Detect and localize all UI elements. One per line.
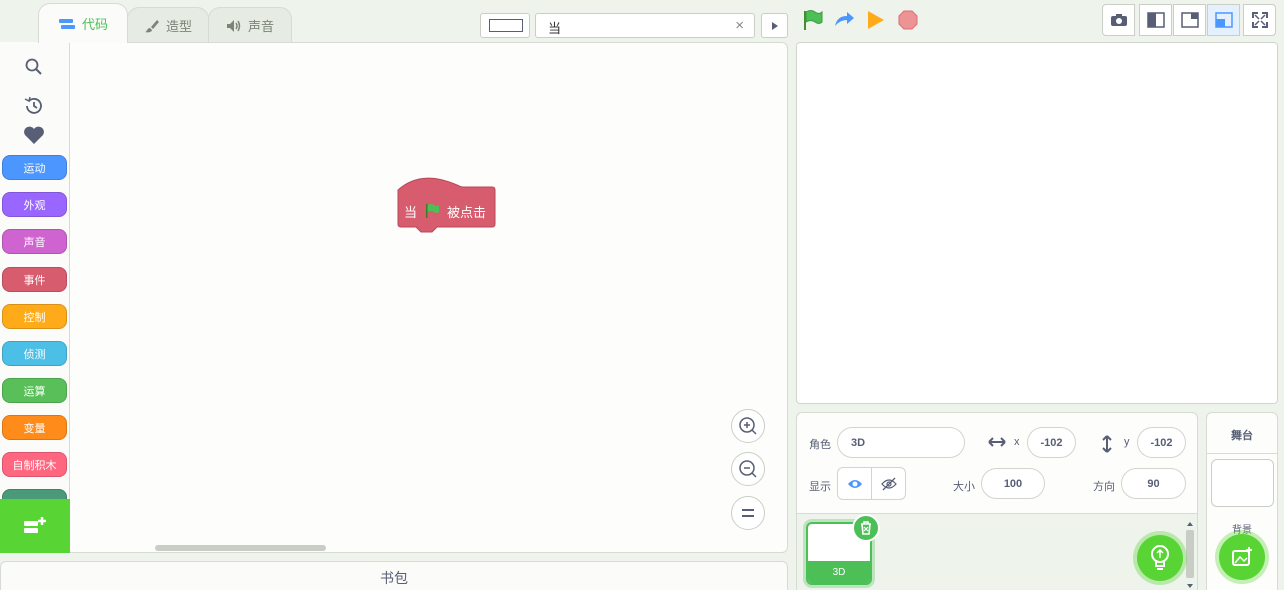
- add-extension-icon: [24, 517, 46, 533]
- hat-block-suffix: 被点击: [447, 204, 487, 220]
- turbo-arrow-icon: [835, 12, 854, 26]
- search-input[interactable]: 当 ×: [535, 13, 755, 38]
- tab-code[interactable]: 代码: [38, 3, 128, 43]
- heart-icon[interactable]: [23, 125, 45, 148]
- tab-costumes-label: 造型: [165, 19, 192, 34]
- eye-icon: [847, 479, 862, 488]
- hat-block-prefix: 当: [404, 204, 418, 220]
- stage-pane-title: 舞台: [1231, 430, 1253, 442]
- tab-sounds-label: 声音: [247, 19, 274, 34]
- direction-field[interactable]: 90: [1121, 468, 1186, 499]
- zoom-out-icon: [739, 460, 757, 478]
- delete-sprite-button[interactable]: [852, 514, 880, 542]
- sprite-name-field[interactable]: 3D: [837, 427, 965, 458]
- normal-stage-icon: [1180, 12, 1199, 28]
- expand-toggle-button[interactable]: [761, 13, 788, 38]
- stage-canvas[interactable]: [796, 42, 1278, 404]
- tab-code-label: 代码: [81, 17, 108, 32]
- green-flag-button[interactable]: [801, 9, 823, 34]
- small-stage-icon: [1146, 12, 1165, 28]
- y-field[interactable]: -102: [1137, 427, 1186, 458]
- green-flag-icon: [424, 203, 440, 219]
- y-arrow-icon: [1101, 434, 1113, 457]
- show-visible-button[interactable]: [837, 467, 872, 500]
- sprite-label: 角色: [809, 439, 831, 451]
- size-label: 大小: [953, 481, 975, 493]
- speaker-icon: [226, 19, 242, 33]
- category-my-blocks[interactable]: 自制积木: [2, 452, 67, 477]
- category-motion[interactable]: 运动: [2, 155, 67, 180]
- sprite-thumbnail-name: 3D: [808, 561, 870, 583]
- tab-costumes[interactable]: 造型: [127, 7, 209, 43]
- green-flag-icon: [804, 10, 823, 30]
- x-field[interactable]: -102: [1027, 427, 1076, 458]
- fullscreen-button[interactable]: [1243, 4, 1276, 36]
- screenshot-button[interactable]: [1102, 4, 1135, 36]
- tab-sounds[interactable]: 声音: [208, 7, 292, 43]
- trash-icon: [861, 521, 871, 535]
- play-icon: [868, 11, 884, 29]
- stop-button[interactable]: [898, 10, 918, 33]
- x-arrow-icon: [987, 436, 1007, 451]
- choose-sprite-button[interactable]: [1137, 535, 1183, 581]
- choose-backdrop-button[interactable]: [1219, 534, 1265, 580]
- brush-icon: [144, 18, 160, 34]
- size-field[interactable]: 100: [981, 468, 1045, 499]
- category-variables[interactable]: 变量: [2, 415, 67, 440]
- code-workspace[interactable]: 当 被点击: [70, 42, 788, 553]
- fullscreen-icon: [1251, 12, 1268, 28]
- category-control[interactable]: 控制: [2, 304, 67, 329]
- sprite-info-panel: 角色 3D x -102 y -102 显示 大小 100 方向 90: [796, 412, 1198, 514]
- turbo-button[interactable]: [833, 10, 855, 33]
- clear-search-icon[interactable]: ×: [735, 17, 744, 34]
- play-triangle-icon: [771, 21, 778, 30]
- search-icon[interactable]: [25, 58, 43, 79]
- sprite-list-scrollbar[interactable]: [1184, 520, 1196, 590]
- zoom-in-icon: [739, 417, 757, 435]
- start-button[interactable]: [867, 10, 885, 33]
- horizontal-scrollbar[interactable]: [155, 545, 326, 551]
- backpack-label: 书包: [380, 570, 408, 586]
- stop-icon: [898, 10, 918, 30]
- when-flag-clicked-block[interactable]: 当 被点击: [397, 173, 497, 238]
- camera-icon: [1110, 14, 1127, 26]
- category-sensing[interactable]: 侦测: [2, 341, 67, 366]
- code-icon: [58, 17, 76, 31]
- eye-hidden-icon: [880, 477, 897, 490]
- y-label: y: [1124, 436, 1130, 448]
- backpack-panel[interactable]: 书包: [0, 561, 788, 590]
- normal-stage-button[interactable]: [1173, 4, 1206, 36]
- stage-thumbnail[interactable]: [1211, 459, 1274, 507]
- hat-block-content: 当 被点击: [397, 200, 495, 222]
- add-backdrop-icon: [1232, 547, 1252, 566]
- show-label: 显示: [809, 481, 831, 493]
- category-looks[interactable]: 外观: [2, 192, 67, 217]
- category-events[interactable]: 事件: [2, 267, 67, 292]
- add-extension-button[interactable]: [0, 499, 70, 553]
- direction-label: 方向: [1093, 481, 1115, 493]
- zoom-out-button[interactable]: [731, 452, 765, 486]
- large-stage-button[interactable]: [1207, 4, 1240, 36]
- x-label: x: [1014, 436, 1020, 448]
- block-color-box[interactable]: [480, 13, 530, 38]
- show-hidden-button[interactable]: [871, 467, 906, 500]
- category-operators[interactable]: 运算: [2, 378, 67, 403]
- large-stage-icon: [1214, 12, 1233, 28]
- lightbulb-icon: [1151, 545, 1169, 570]
- zoom-in-button[interactable]: [731, 409, 765, 443]
- block-palette: 运动 外观 声音 事件 控制 侦测 运算 变量 自制积木: [0, 42, 70, 552]
- zoom-reset-button[interactable]: [731, 496, 765, 530]
- history-icon[interactable]: [23, 95, 45, 120]
- equals-icon: [742, 509, 754, 517]
- category-sound[interactable]: 声音: [2, 229, 67, 254]
- search-value: 当: [548, 21, 562, 36]
- small-stage-button[interactable]: [1139, 4, 1172, 36]
